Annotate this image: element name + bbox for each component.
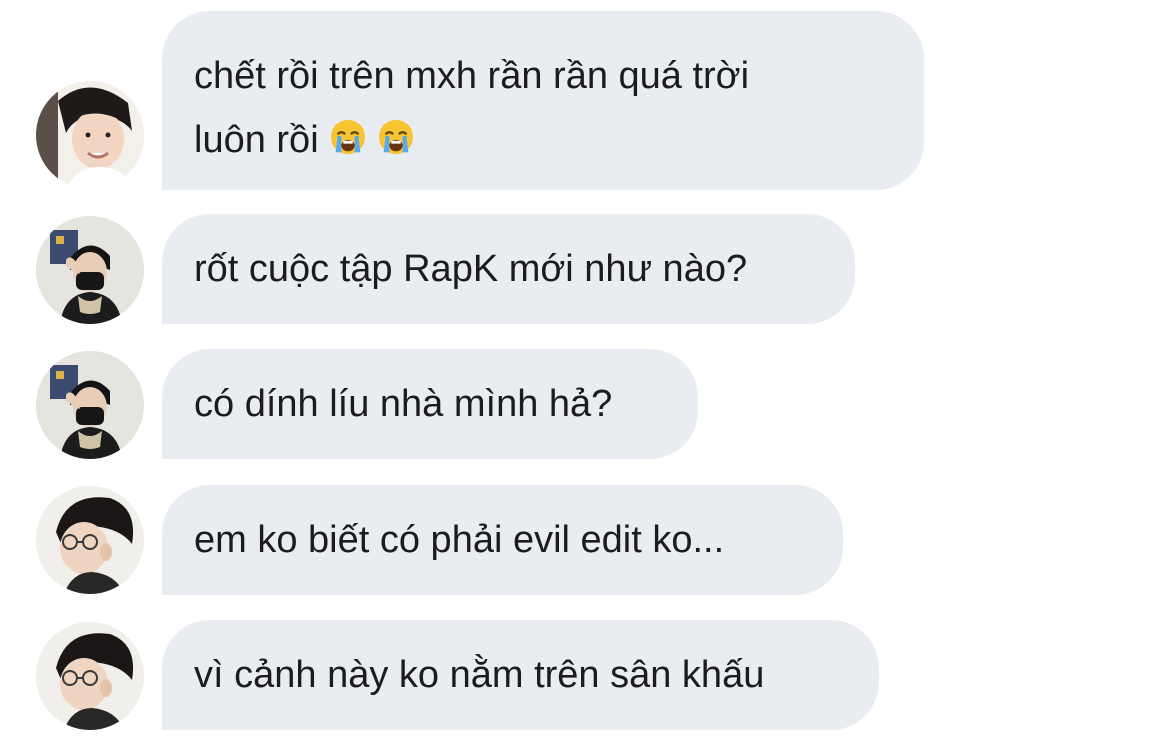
message-text: luôn rồi <box>194 119 319 161</box>
avatar[interactable] <box>36 216 144 324</box>
avatar[interactable] <box>36 486 144 594</box>
avatar-user-b-image <box>36 351 144 459</box>
loudly-crying-face-icon <box>377 118 415 156</box>
message-text-line-1: chết rồi trên mxh rần rần quá trời <box>194 55 750 97</box>
message-text: em ko biết có phải evil edit ko... <box>194 519 725 561</box>
message-bubble[interactable]: có dính líu nhà mình hả? <box>162 349 698 459</box>
avatar[interactable] <box>36 622 144 730</box>
avatar-user-a-image <box>36 81 144 189</box>
avatar[interactable] <box>36 81 144 189</box>
loudly-crying-face-icon <box>329 118 367 156</box>
message-text: vì cảnh này ko nằm trên sân khấu <box>194 654 765 696</box>
message-text-line-2: luôn rồi <box>194 108 892 172</box>
message-bubble[interactable]: em ko biết có phải evil edit ko... <box>162 485 843 595</box>
avatar-user-b-image <box>36 216 144 324</box>
avatar[interactable] <box>36 351 144 459</box>
message-text: rốt cuộc tập RapK mới như nào? <box>194 248 748 290</box>
message-bubble[interactable]: chết rồi trên mxh rần rần quá trời luôn … <box>162 11 924 190</box>
message-bubble[interactable]: vì cảnh này ko nằm trên sân khấu <box>162 620 879 730</box>
avatar-user-c-image <box>36 486 144 594</box>
message-text: có dính líu nhà mình hả? <box>194 383 613 425</box>
avatar-user-c-image <box>36 622 144 730</box>
message-bubble[interactable]: rốt cuộc tập RapK mới như nào? <box>162 214 855 324</box>
